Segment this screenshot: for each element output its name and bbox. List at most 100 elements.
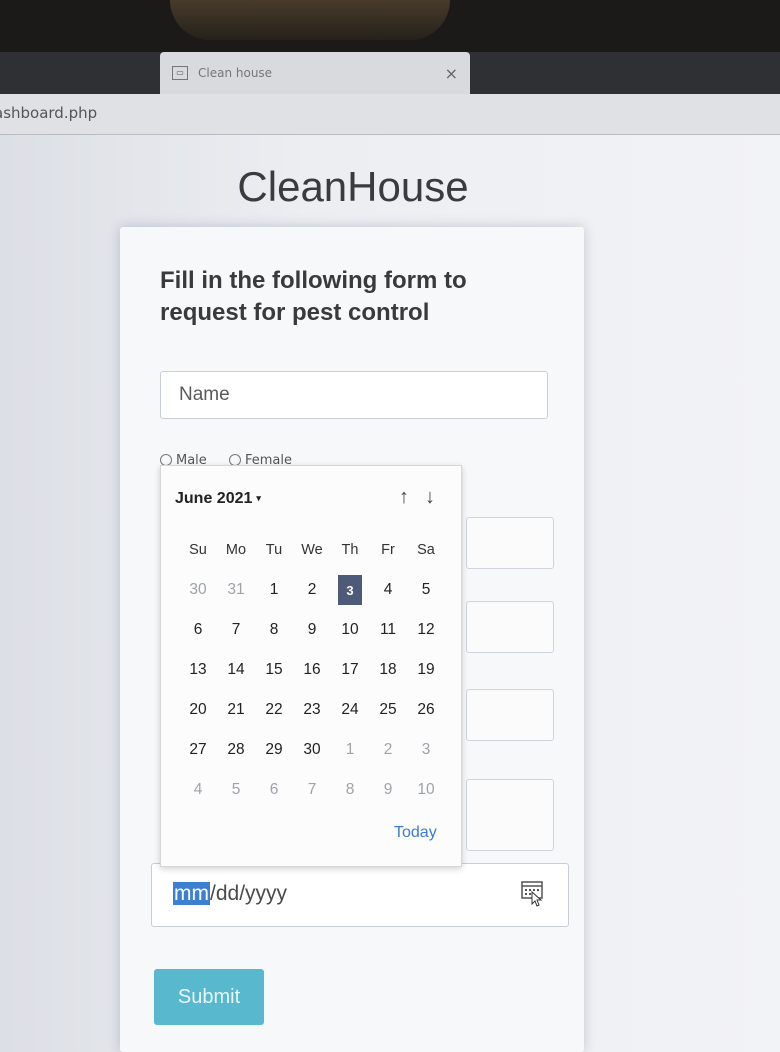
page-icon: ▭ (172, 66, 188, 80)
day-cell[interactable]: 29 (255, 730, 293, 770)
day-cell[interactable]: 10 (331, 610, 369, 650)
day-number: 19 (417, 661, 435, 678)
day-cell[interactable]: 2 (293, 570, 331, 610)
browser-tab[interactable]: ▭ Clean house × (160, 52, 470, 94)
day-cell[interactable]: 5 (407, 570, 445, 610)
day-cell[interactable]: 24 (331, 690, 369, 730)
day-number: 22 (265, 701, 283, 718)
day-cell[interactable]: 26 (407, 690, 445, 730)
month-nav: ↑ ↓ (383, 486, 435, 509)
date-rest-segments[interactable]: /dd/yyyy (210, 882, 287, 905)
weekday-label: Mo (225, 542, 247, 558)
month-year-selector[interactable]: June 2021 ▾ (175, 490, 261, 508)
weekday-label: Tu (265, 542, 283, 558)
day-cell[interactable]: 19 (407, 650, 445, 690)
day-number: 10 (341, 621, 359, 638)
address-bar[interactable]: ashboard.php (0, 94, 780, 135)
day-cell[interactable]: 16 (293, 650, 331, 690)
chevron-down-icon: ▾ (256, 493, 261, 503)
day-cell[interactable]: 20 (179, 690, 217, 730)
day-cell[interactable]: 2 (369, 730, 407, 770)
form-field[interactable] (466, 779, 554, 851)
submit-button[interactable]: Submit (154, 969, 264, 1025)
day-cell[interactable]: 10 (407, 770, 445, 810)
form-field[interactable] (466, 517, 554, 569)
day-number: 4 (383, 581, 393, 598)
day-number: 15 (265, 661, 283, 678)
today-button[interactable]: Today (394, 824, 437, 842)
arrow-down-icon[interactable]: ↓ (425, 486, 435, 508)
form-field[interactable] (466, 689, 554, 741)
day-cell[interactable]: 13 (179, 650, 217, 690)
day-number: 17 (341, 661, 359, 678)
month-year-label: June 2021 (175, 490, 253, 507)
browser-tabstrip: ▭ Clean house × (0, 52, 780, 94)
day-number: 26 (417, 701, 435, 718)
day-cell[interactable]: 1 (255, 570, 293, 610)
day-number: 1 (345, 741, 355, 758)
day-cell[interactable]: 28 (217, 730, 255, 770)
day-cell[interactable]: 4 (369, 570, 407, 610)
name-input[interactable] (160, 371, 548, 419)
day-number: 30 (303, 741, 321, 758)
address-url[interactable]: ashboard.php (0, 104, 97, 122)
day-number: 5 (421, 581, 431, 598)
day-number: 1 (269, 581, 279, 598)
day-cell[interactable]: 14 (217, 650, 255, 690)
day-cell[interactable]: 17 (331, 650, 369, 690)
day-cell[interactable]: 11 (369, 610, 407, 650)
day-number: 11 (379, 621, 397, 638)
day-cell[interactable]: 6 (255, 770, 293, 810)
day-number: 6 (193, 621, 203, 638)
calendar-icon[interactable] (520, 878, 544, 908)
day-cell[interactable]: 4 (179, 770, 217, 810)
date-input[interactable]: mm/dd/yyyy (151, 863, 569, 927)
close-icon[interactable]: × (445, 64, 458, 83)
day-number: 2 (307, 581, 317, 598)
day-cell[interactable]: 7 (217, 610, 255, 650)
day-number: 20 (189, 701, 207, 718)
day-cell[interactable]: 31 (217, 570, 255, 610)
day-cell-selected[interactable]: 3 (331, 570, 369, 610)
brand-title: CleanHouse (237, 163, 469, 210)
day-cell[interactable]: 9 (293, 610, 331, 650)
day-number: 8 (269, 621, 279, 638)
day-cell[interactable]: 25 (369, 690, 407, 730)
day-number: 9 (383, 781, 393, 798)
day-cell[interactable]: 5 (217, 770, 255, 810)
day-number: 24 (341, 701, 359, 718)
day-number: 8 (345, 781, 355, 798)
day-number: 13 (189, 661, 207, 678)
day-number: 2 (383, 741, 393, 758)
day-cell[interactable]: 30 (179, 570, 217, 610)
weekday-label: Sa (417, 542, 435, 558)
day-cell[interactable]: 21 (217, 690, 255, 730)
date-month-segment[interactable]: mm (173, 882, 210, 905)
day-cell[interactable]: 1 (331, 730, 369, 770)
day-cell[interactable]: 30 (293, 730, 331, 770)
day-cell[interactable]: 6 (179, 610, 217, 650)
day-number: 6 (269, 781, 279, 798)
day-number: 10 (417, 781, 435, 798)
day-cell[interactable]: 23 (293, 690, 331, 730)
day-number: 29 (265, 741, 283, 758)
date-value[interactable]: mm/dd/yyyy (173, 882, 287, 906)
day-cell[interactable]: 8 (331, 770, 369, 810)
day-number: 16 (303, 661, 321, 678)
weekday-label: Th (341, 542, 359, 558)
day-number: 4 (193, 781, 203, 798)
day-cell[interactable]: 9 (369, 770, 407, 810)
day-cell[interactable]: 8 (255, 610, 293, 650)
day-cell[interactable]: 18 (369, 650, 407, 690)
day-cell[interactable]: 7 (293, 770, 331, 810)
day-cell[interactable]: 3 (407, 730, 445, 770)
form-field[interactable] (466, 601, 554, 653)
day-cell[interactable]: 22 (255, 690, 293, 730)
day-cell[interactable]: 15 (255, 650, 293, 690)
day-number: 23 (303, 701, 321, 718)
weekday-label: Fr (381, 542, 395, 558)
day-cell[interactable]: 12 (407, 610, 445, 650)
weekday-label: Su (189, 542, 207, 558)
day-cell[interactable]: 27 (179, 730, 217, 770)
arrow-up-icon[interactable]: ↑ (399, 486, 409, 508)
